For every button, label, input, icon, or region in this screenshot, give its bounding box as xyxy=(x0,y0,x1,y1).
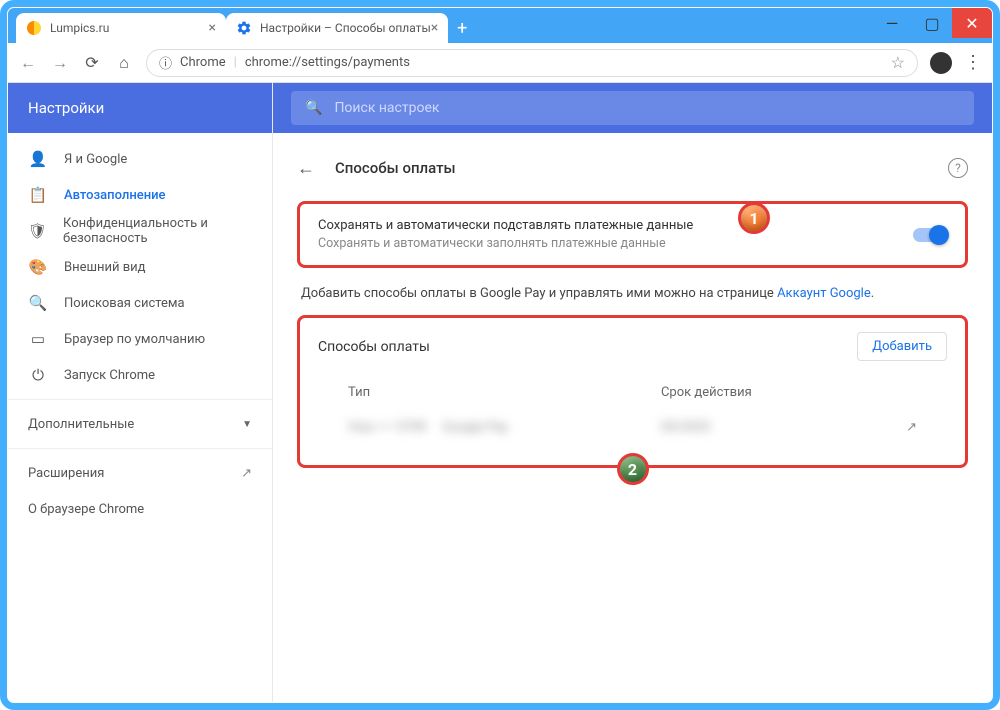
lumpics-icon xyxy=(26,20,42,36)
sidebar-item-about[interactable]: О браузере Chrome xyxy=(8,491,272,527)
sidebar-item-privacy[interactable]: 🛡 Конфиденциальность и безопасность xyxy=(8,213,272,249)
maximize-button[interactable]: ▢ xyxy=(912,8,952,38)
tab-title: Lumpics.ru xyxy=(50,21,109,35)
annotation-box-1: 1 Сохранять и автоматически подставлять … xyxy=(297,201,968,268)
page-header: ← Способы оплаты ? xyxy=(297,151,968,185)
col-expiry: Срок действия xyxy=(661,385,917,400)
browser-icon: ▭ xyxy=(28,330,48,348)
site-info-icon[interactable]: ⓘ xyxy=(159,53,172,72)
clipboard-icon: 📋 xyxy=(28,186,48,204)
tab-title: Настройки – Способы оплаты xyxy=(260,21,431,35)
sidebar-item-advanced[interactable]: Дополнительные ▼ xyxy=(8,406,272,442)
search-icon: 🔍 xyxy=(28,294,48,312)
sidebar-item-label: Дополнительные xyxy=(28,417,134,432)
annotation-box-2: 2 Способы оплаты Добавить Тип Срок дейст… xyxy=(297,315,968,468)
setting-description: Сохранять и автоматически заполнять плат… xyxy=(318,236,913,251)
external-link-icon: ↗ xyxy=(241,466,252,481)
divider xyxy=(8,448,272,449)
sidebar-item-default-browser[interactable]: ▭ Браузер по умолчанию xyxy=(8,321,272,357)
window-close-button[interactable]: ✕ xyxy=(952,8,992,38)
power-icon: ⏻ xyxy=(28,366,48,384)
sidebar-item-label: Конфиденциальность и безопасность xyxy=(63,216,252,246)
sidebar-item-label: Браузер по умолчанию xyxy=(64,332,205,347)
secure-label: Chrome xyxy=(180,55,226,70)
sidebar-item-appearance[interactable]: 🎨 Внешний вид xyxy=(8,249,272,285)
card-provider-value: Google Pay xyxy=(442,420,508,435)
menu-icon[interactable]: ⋮ xyxy=(964,52,982,73)
new-tab-button[interactable]: + xyxy=(448,13,476,43)
forward-icon[interactable]: → xyxy=(50,53,70,73)
card-type-value: Visa •••• 5799 xyxy=(348,420,426,435)
sidebar-item-label: Я и Google xyxy=(64,152,127,167)
sidebar-item-autofill[interactable]: 📋 Автозаполнение xyxy=(8,177,272,213)
annotation-badge-1: 1 xyxy=(738,202,770,234)
address-bar[interactable]: ⓘ Chrome | chrome://settings/payments ☆ xyxy=(146,49,918,77)
toggle-save-payment[interactable] xyxy=(913,228,947,242)
setting-title: Сохранять и автоматически подставлять пл… xyxy=(318,218,913,233)
sidebar-header: Настройки xyxy=(8,83,272,133)
table-header: Тип Срок действия xyxy=(318,379,947,410)
setting-row-save-payment: Сохранять и автоматически подставлять пл… xyxy=(300,204,965,265)
palette-icon: 🎨 xyxy=(28,258,48,276)
home-icon[interactable]: ⌂ xyxy=(114,53,134,73)
external-link-icon[interactable]: ↗ xyxy=(906,420,917,435)
google-account-link[interactable]: Аккаунт Google xyxy=(777,286,871,301)
back-icon[interactable]: ← xyxy=(18,53,38,73)
chevron-down-icon: ▼ xyxy=(242,419,252,430)
person-icon: 👤 xyxy=(28,150,48,168)
minimize-button[interactable]: — xyxy=(872,8,912,38)
browser-tab-2[interactable]: Настройки – Способы оплаты × xyxy=(226,13,448,43)
settings-search-bar: 🔍 Поиск настроек xyxy=(273,83,992,133)
card-expiry-value: 05/2025 xyxy=(661,420,906,435)
close-tab-icon[interactable]: × xyxy=(431,20,438,36)
sidebar-item-extensions[interactable]: Расширения ↗ xyxy=(8,455,272,491)
card-title: Способы оплаты xyxy=(318,339,430,355)
col-type: Тип xyxy=(348,385,661,400)
sidebar-item-label: Внешний вид xyxy=(64,260,146,275)
url-text: chrome://settings/payments xyxy=(245,55,410,70)
sidebar-item-label: Поисковая система xyxy=(64,296,185,311)
sidebar-item-startup[interactable]: ⏻ Запуск Chrome xyxy=(8,357,272,393)
browser-tab-1[interactable]: Lumpics.ru × xyxy=(16,13,226,43)
gear-icon xyxy=(236,20,252,36)
settings-main: 🔍 Поиск настроек ← Способы оплаты ? 1 Со… xyxy=(273,83,992,702)
nav-toolbar: ← → ⟳ ⌂ ⓘ Chrome | chrome://settings/pay… xyxy=(8,43,992,83)
sidebar-item-search[interactable]: 🔍 Поисковая система xyxy=(8,285,272,321)
payment-methods-header: Способы оплаты Добавить xyxy=(300,318,965,375)
sidebar-item-label: Запуск Chrome xyxy=(64,368,155,383)
reload-icon[interactable]: ⟳ xyxy=(82,53,102,73)
close-tab-icon[interactable]: × xyxy=(209,20,216,36)
shield-icon: 🛡 xyxy=(28,222,47,240)
divider xyxy=(8,399,272,400)
window-titlebar: Lumpics.ru × Настройки – Способы оплаты … xyxy=(8,8,992,43)
settings-sidebar: Настройки 👤 Я и Google 📋 Автозаполнение … xyxy=(8,83,273,702)
sidebar-item-profile[interactable]: 👤 Я и Google xyxy=(8,141,272,177)
search-placeholder: Поиск настроек xyxy=(334,100,439,116)
profile-avatar[interactable] xyxy=(930,52,952,74)
sidebar-item-label: О браузере Chrome xyxy=(28,502,144,517)
search-icon: 🔍 xyxy=(305,100,322,116)
annotation-badge-2: 2 xyxy=(617,453,649,485)
sidebar-item-label: Расширения xyxy=(28,466,104,481)
sidebar-item-label: Автозаполнение xyxy=(64,188,166,203)
table-row[interactable]: Visa •••• 5799 Google Pay 05/2025 ↗ xyxy=(318,410,947,445)
settings-search-input[interactable]: 🔍 Поиск настроек xyxy=(291,91,974,125)
page-title: Способы оплаты xyxy=(335,159,456,177)
bookmark-icon[interactable]: ☆ xyxy=(891,53,905,72)
help-icon[interactable]: ? xyxy=(948,158,968,178)
window-controls: — ▢ ✕ xyxy=(872,8,992,43)
back-arrow-icon[interactable]: ← xyxy=(297,158,315,179)
add-payment-button[interactable]: Добавить xyxy=(857,332,947,361)
google-pay-text: Добавить способы оплаты в Google Pay и у… xyxy=(297,286,968,301)
